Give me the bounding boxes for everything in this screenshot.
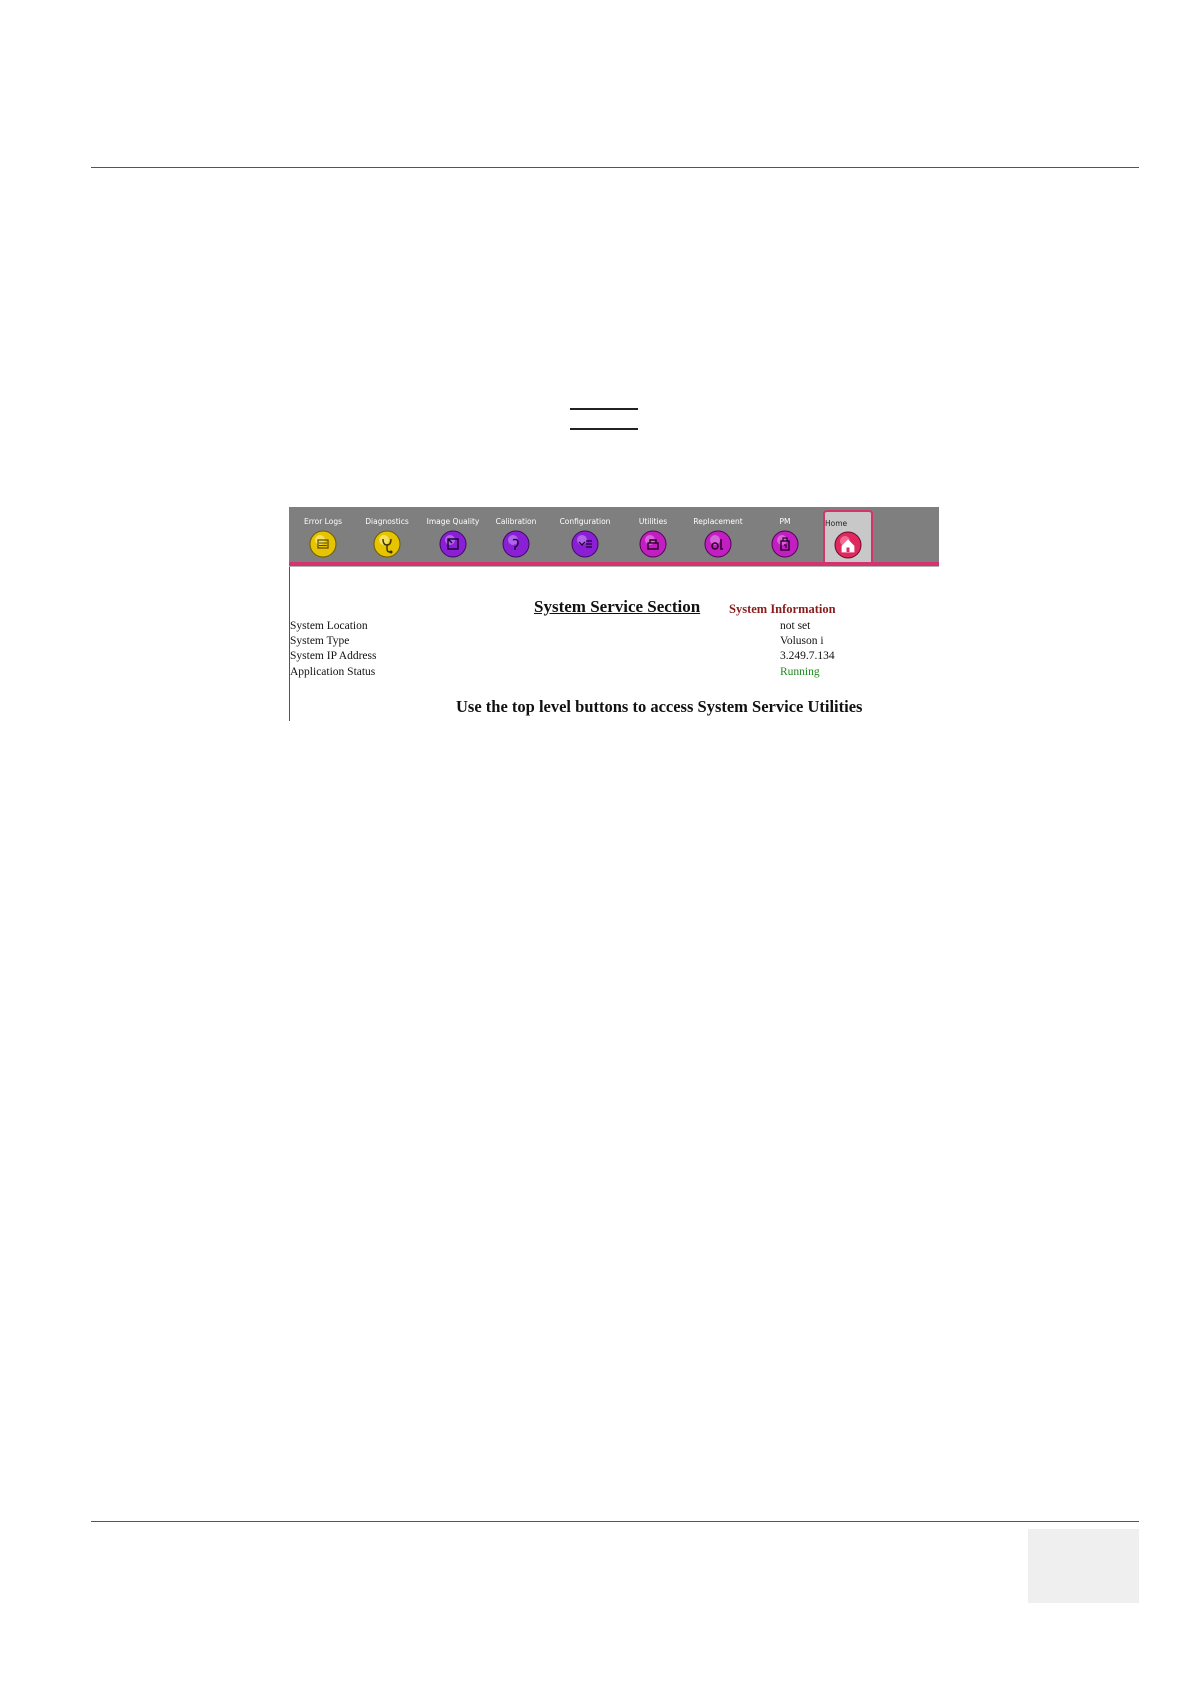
configuration-label: Configuration (559, 517, 611, 526)
diagnostics-button[interactable]: Diagnostics (361, 507, 413, 562)
image-quality-button[interactable]: Image Quality (423, 507, 483, 562)
home-icon (834, 531, 862, 559)
status-value: Running (780, 666, 820, 678)
error-logs-icon (309, 530, 337, 558)
header-rule (91, 167, 1139, 168)
home-tab[interactable]: Home (823, 510, 873, 566)
service-toolbar: Error Logs Diagnostics Image Quality Cal… (289, 507, 939, 566)
footer-rule (91, 1521, 1139, 1522)
diagnostics-icon (373, 530, 401, 558)
section-subtitle: System Information (729, 602, 836, 616)
service-screenshot: Error Logs Diagnostics Image Quality Cal… (289, 507, 939, 721)
configuration-button[interactable]: Configuration (551, 507, 619, 562)
info-row-status: Application Status Running (290, 666, 939, 681)
replacement-label: Replacement (693, 517, 743, 526)
replacement-icon (704, 530, 732, 558)
pm-label: PM (779, 517, 791, 526)
info-label: System IP Address (290, 650, 377, 662)
image-quality-icon (439, 530, 467, 558)
info-value: not set (780, 620, 811, 632)
info-label: System Location (290, 620, 368, 632)
pm-button[interactable]: PM (759, 507, 811, 562)
calibration-button[interactable]: Calibration (490, 507, 542, 562)
heading-underline-top (570, 408, 638, 410)
info-row-location: System Location not set (290, 620, 939, 635)
section-title: System Service Section (534, 597, 701, 616)
configuration-icon (571, 530, 599, 558)
instruction-message: Use the top level buttons to access Syst… (456, 697, 863, 716)
home-label: Home (825, 519, 848, 528)
calibration-label: Calibration (495, 517, 537, 526)
heading-underline-bottom (570, 428, 638, 430)
image-quality-label: Image Quality (426, 517, 480, 526)
calibration-icon (502, 530, 530, 558)
info-label: Application Status (290, 666, 376, 678)
info-row-type: System Type Voluson i (290, 635, 939, 650)
replacement-button[interactable]: Replacement (685, 507, 751, 562)
utilities-button[interactable]: Utilities (627, 507, 679, 562)
info-value: Voluson i (780, 635, 824, 647)
page-number-box (1028, 1529, 1139, 1603)
toolbar-divider (289, 566, 939, 567)
error-logs-button[interactable]: Error Logs (295, 507, 351, 562)
utilities-icon (639, 530, 667, 558)
info-value: 3.249.7.134 (780, 650, 835, 662)
diagnostics-label: Diagnostics (365, 517, 409, 526)
info-row-ip: System IP Address 3.249.7.134 (290, 650, 939, 665)
info-label: System Type (290, 635, 350, 647)
utilities-label: Utilities (638, 517, 668, 526)
pm-icon (771, 530, 799, 558)
error-logs-label: Error Logs (304, 517, 342, 526)
